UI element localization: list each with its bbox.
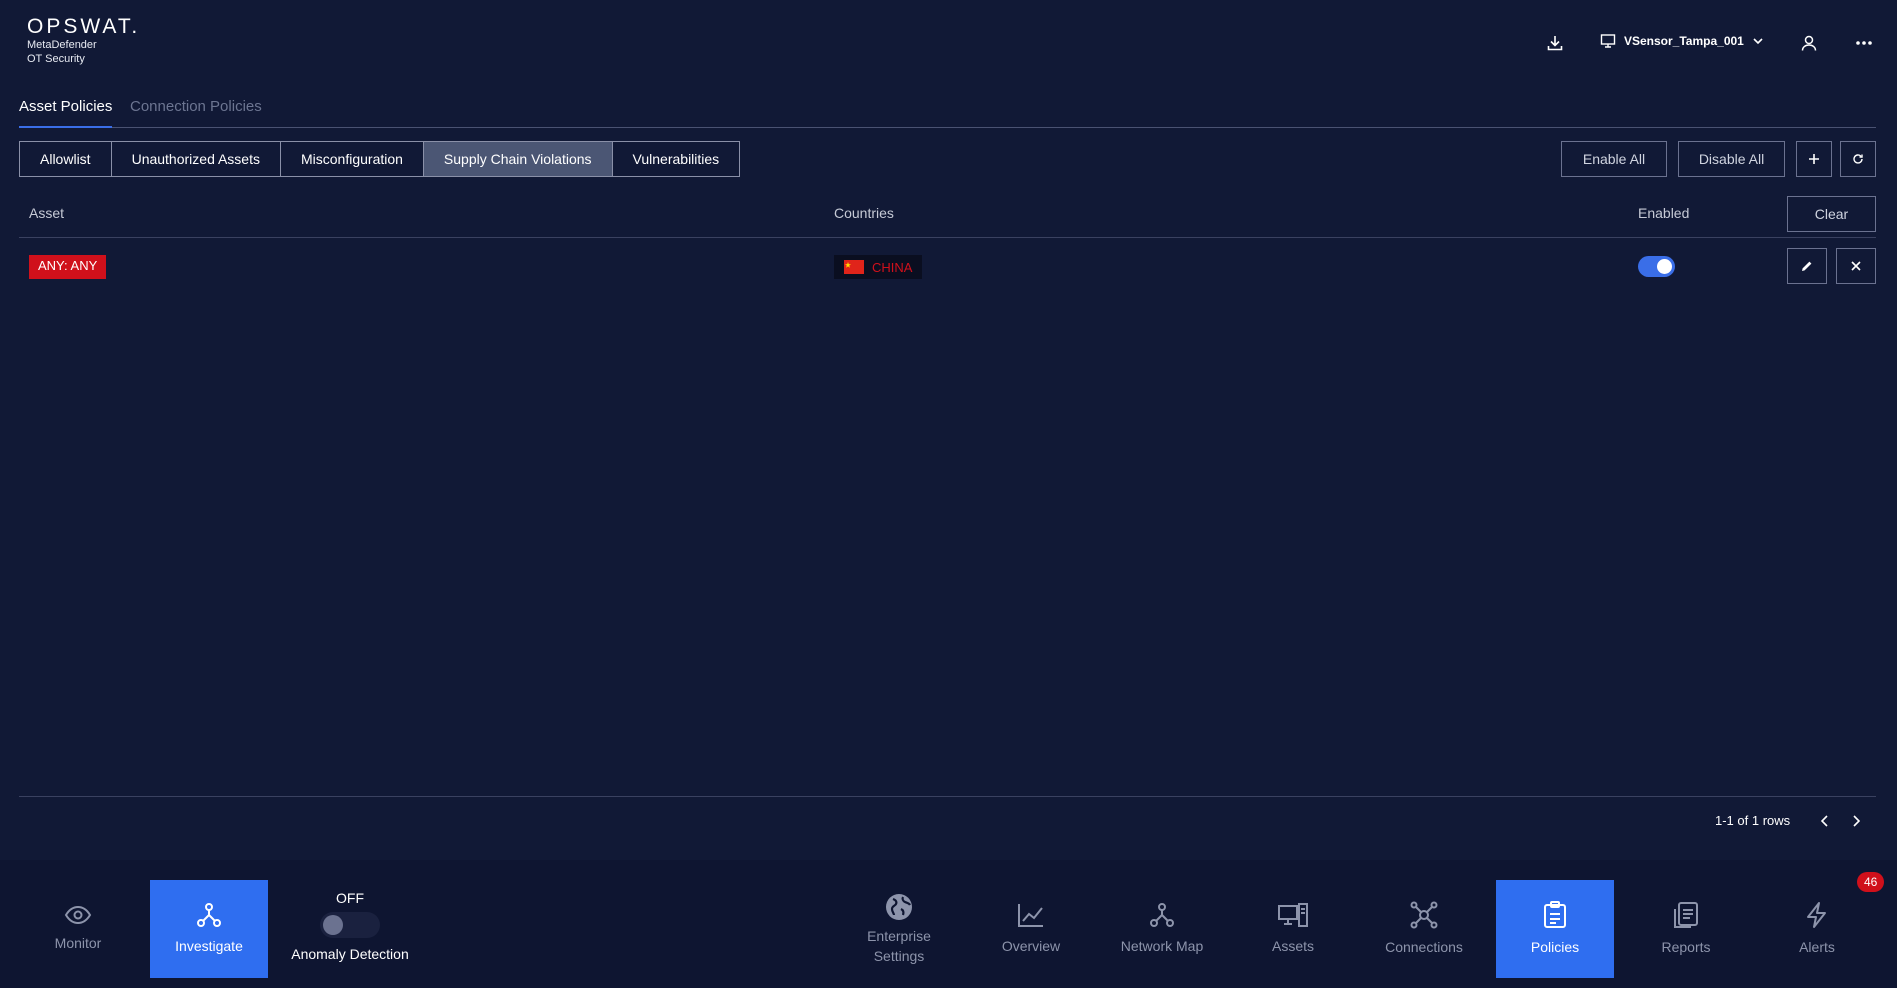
plus-icon <box>1809 154 1819 164</box>
anomaly-state: OFF <box>336 890 364 906</box>
eye-icon <box>64 905 92 925</box>
enable-all-button[interactable]: Enable All <box>1561 141 1667 177</box>
nav-reports-label: Reports <box>1661 939 1711 955</box>
tab-connection-policies[interactable]: Connection Policies <box>130 98 262 128</box>
nav-network-map-label: Network Map <box>1120 938 1204 954</box>
refresh-icon <box>1853 154 1863 164</box>
column-header-countries: Countries <box>834 205 894 221</box>
nav-alerts-label: Alerts <box>1799 939 1835 955</box>
network-nodes-icon <box>1150 903 1174 927</box>
add-policy-button[interactable] <box>1796 141 1832 177</box>
nav-enterprise-label-line2: Settings <box>873 948 925 964</box>
monitor-icon <box>1600 34 1616 48</box>
globe-icon <box>886 894 912 920</box>
subtab-unauthorized-assets[interactable]: Unauthorized Assets <box>112 142 281 176</box>
toggle-knob <box>1657 259 1672 274</box>
subtab-vulnerabilities[interactable]: Vulnerabilities <box>613 142 740 176</box>
nav-investigate[interactable]: Investigate <box>150 880 268 978</box>
column-header-asset: Asset <box>29 205 65 221</box>
logo-product-line2: OT Security <box>27 53 85 65</box>
nav-alerts[interactable]: Alerts <box>1758 880 1876 978</box>
nav-network-map[interactable]: Network Map <box>1103 880 1221 978</box>
close-icon <box>1851 261 1861 271</box>
policy-tabs: Asset Policies Connection Policies <box>19 92 1876 128</box>
table-footer-divider <box>19 796 1876 797</box>
more-options-icon[interactable] <box>1852 31 1876 55</box>
country-name: CHINA <box>872 259 913 275</box>
refresh-button[interactable] <box>1840 141 1876 177</box>
column-header-enabled: Enabled <box>1638 205 1690 221</box>
logo-wordmark: OPSWAT. <box>27 15 141 38</box>
anomaly-detection-toggle[interactable] <box>320 912 380 938</box>
delete-button[interactable] <box>1836 248 1876 284</box>
pencil-icon <box>1802 261 1812 271</box>
bottom-navigation: Monitor Investigate OFF Anomaly Detectio… <box>0 860 1897 988</box>
nav-enterprise-settings[interactable]: Enterprise Settings <box>840 880 958 978</box>
nav-overview[interactable]: Overview <box>972 880 1090 978</box>
devices-icon <box>1278 903 1308 927</box>
tab-asset-policies[interactable]: Asset Policies <box>19 98 113 128</box>
nav-connections-label: Connections <box>1385 939 1463 955</box>
nav-overview-label: Overview <box>1001 938 1061 954</box>
nav-reports[interactable]: Reports <box>1627 880 1745 978</box>
nav-monitor-label: Monitor <box>54 935 102 951</box>
anomaly-detection-control: OFF Anomaly Detection <box>285 890 415 962</box>
nav-assets-label: Assets <box>1271 938 1314 954</box>
reports-icon <box>1674 902 1698 928</box>
chevron-right-icon <box>1853 815 1860 827</box>
nav-policies[interactable]: Policies <box>1496 880 1614 978</box>
network-nodes-icon <box>197 903 221 927</box>
table-row: ANY: ANY CHINA <box>19 245 1876 287</box>
sensor-selector[interactable]: VSensor_Tampa_001 <box>1600 33 1764 49</box>
opswat-logo: OPSWAT. MetaDefender OT Security <box>27 16 140 66</box>
chevron-left-icon <box>1821 815 1828 827</box>
nav-monitor[interactable]: Monitor <box>19 880 137 978</box>
edit-button[interactable] <box>1787 248 1827 284</box>
sensor-name: VSensor_Tampa_001 <box>1624 34 1744 48</box>
next-page-button[interactable] <box>1846 811 1866 831</box>
subtab-supply-chain-violations[interactable]: Supply Chain Violations <box>423 142 613 176</box>
logo-product-line1: MetaDefender <box>27 39 97 51</box>
asset-policy-subtabs: Allowlist Unauthorized Assets Misconfigu… <box>19 141 741 177</box>
connections-icon <box>1410 901 1438 929</box>
disable-all-button[interactable]: Disable All <box>1678 141 1785 177</box>
alerts-count-badge: 46 <box>1857 872 1885 892</box>
nav-policies-label: Policies <box>1530 939 1580 955</box>
chevron-down-icon <box>1753 38 1763 45</box>
pagination-summary: 1-1 of 1 rows <box>1715 813 1791 828</box>
previous-page-button[interactable] <box>1815 811 1835 831</box>
nav-enterprise-label-line1: Enterprise <box>867 928 931 944</box>
asset-badge: ANY: ANY <box>29 255 107 279</box>
nav-investigate-label: Investigate <box>175 938 243 954</box>
nav-connections[interactable]: Connections <box>1365 880 1483 978</box>
lightning-icon <box>1807 902 1826 928</box>
anomaly-detection-label: Anomaly Detection <box>291 946 409 962</box>
table-header: Asset Countries Enabled Clear <box>19 193 1876 238</box>
clear-button[interactable]: Clear <box>1787 196 1876 232</box>
subtab-misconfiguration[interactable]: Misconfiguration <box>281 142 424 176</box>
line-chart-icon <box>1018 904 1043 927</box>
toggle-knob <box>323 915 343 935</box>
country-chip: CHINA <box>834 255 923 279</box>
clipboard-icon <box>1544 901 1566 928</box>
china-flag-icon <box>844 260 864 274</box>
subtab-allowlist[interactable]: Allowlist <box>20 142 112 176</box>
user-icon[interactable] <box>1797 31 1821 55</box>
download-icon[interactable] <box>1543 31 1567 55</box>
app-header: OPSWAT. MetaDefender OT Security VSensor… <box>0 0 1897 80</box>
enabled-toggle[interactable] <box>1638 256 1675 277</box>
nav-assets[interactable]: Assets <box>1234 880 1352 978</box>
